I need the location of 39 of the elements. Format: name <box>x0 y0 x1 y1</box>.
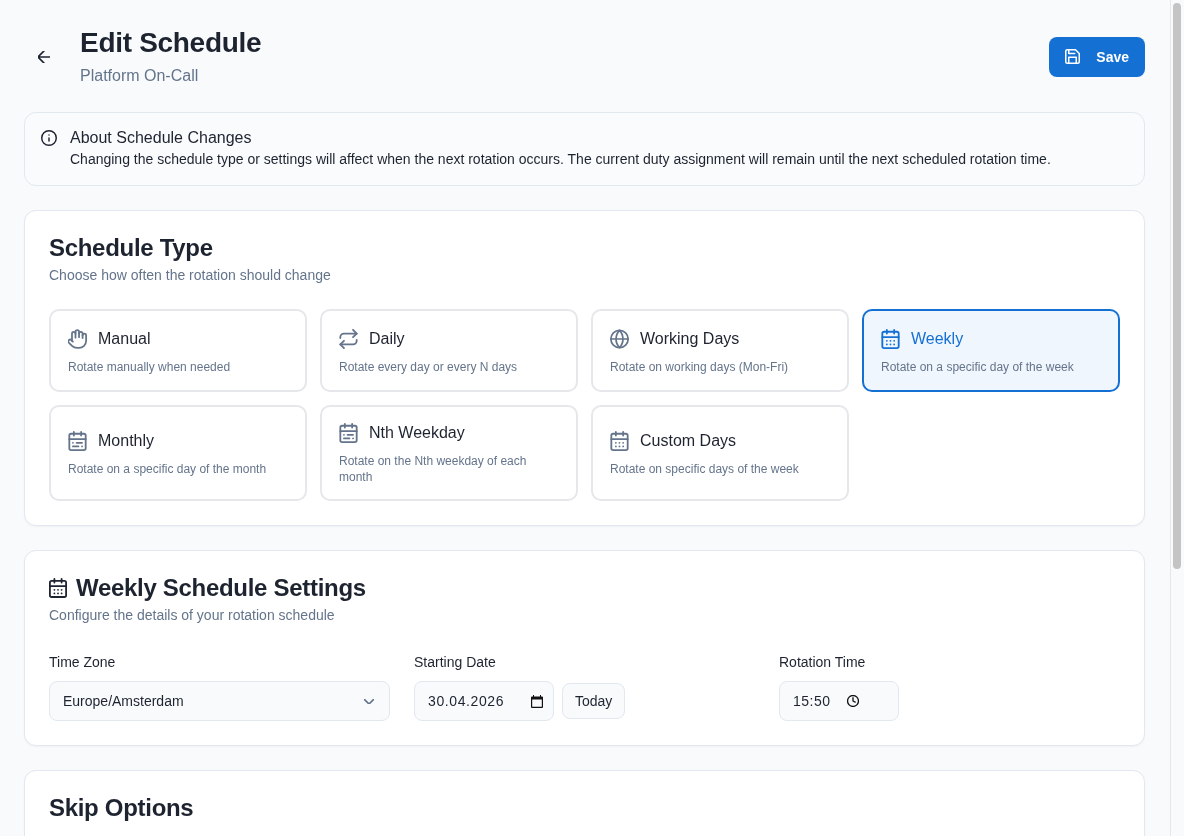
schedule-type-option[interactable]: Nth Weekday Rotate on the Nth weekday of each month <box>320 405 578 501</box>
info-title: About Schedule Changes <box>70 128 253 148</box>
hand-icon <box>68 328 87 349</box>
section-subtitle: Choose how often the rotation should change <box>49 266 332 285</box>
chevron-down-icon <box>364 698 374 704</box>
schedule-type-option[interactable]: Daily Rotate every day or every N days <box>320 309 578 392</box>
info-icon <box>41 130 57 146</box>
section-subtitle: Configure the details of your rotation schedule <box>49 606 336 625</box>
field-label: Rotation Time <box>779 653 867 672</box>
time-zone-select[interactable]: Europe/Amsterdam <box>49 681 390 721</box>
clock-icon <box>846 695 859 707</box>
field-label: Time Zone <box>49 653 117 672</box>
calendar-icon <box>68 431 87 451</box>
info-text: Changing the schedule type or settings will affect when the next rotation occurs. The current duty assignment will remain until the next scheduled rotation time. <box>70 150 1051 169</box>
time-field[interactable]: 15:50 <box>779 681 899 721</box>
today-button[interactable]: Today <box>562 683 626 719</box>
page-subtitle: Platform On-Call <box>80 66 200 86</box>
calendar-icon <box>49 578 67 598</box>
calendar-icon <box>881 328 900 349</box>
schedule-type-option[interactable]: Weekly Rotate on a specific day of the week <box>862 309 1120 392</box>
calendar-icon <box>339 423 358 443</box>
schedule-type-option[interactable]: Manual Rotate manually when needed <box>49 309 307 392</box>
globe-icon <box>610 328 629 349</box>
schedule-type-option[interactable]: Monthly Rotate on a specific day of the month <box>49 405 307 501</box>
section-title: Schedule Type <box>49 233 214 263</box>
save-icon <box>1065 49 1081 64</box>
calendar-icon <box>531 694 543 708</box>
section-title: Weekly Schedule Settings <box>76 573 366 603</box>
back-arrow-icon[interactable] <box>38 50 50 63</box>
save-button[interactable]: Save <box>1049 36 1145 77</box>
section-title: Skip Options <box>49 793 195 823</box>
calendar-icon <box>610 431 629 451</box>
scrollbar-thumb[interactable] <box>1173 3 1181 569</box>
repeat-arrows-icon <box>339 328 358 349</box>
schedule-type-option[interactable]: Working Days Rotate on working days (Mon-Fri) <box>591 309 849 392</box>
page-title: Edit Schedule <box>80 26 262 60</box>
schedule-type-option[interactable]: Custom Days Rotate on specific days of the week <box>591 405 849 501</box>
field-label: Starting Date <box>414 653 497 672</box>
date-field[interactable]: 30.04.2026 <box>414 681 554 721</box>
